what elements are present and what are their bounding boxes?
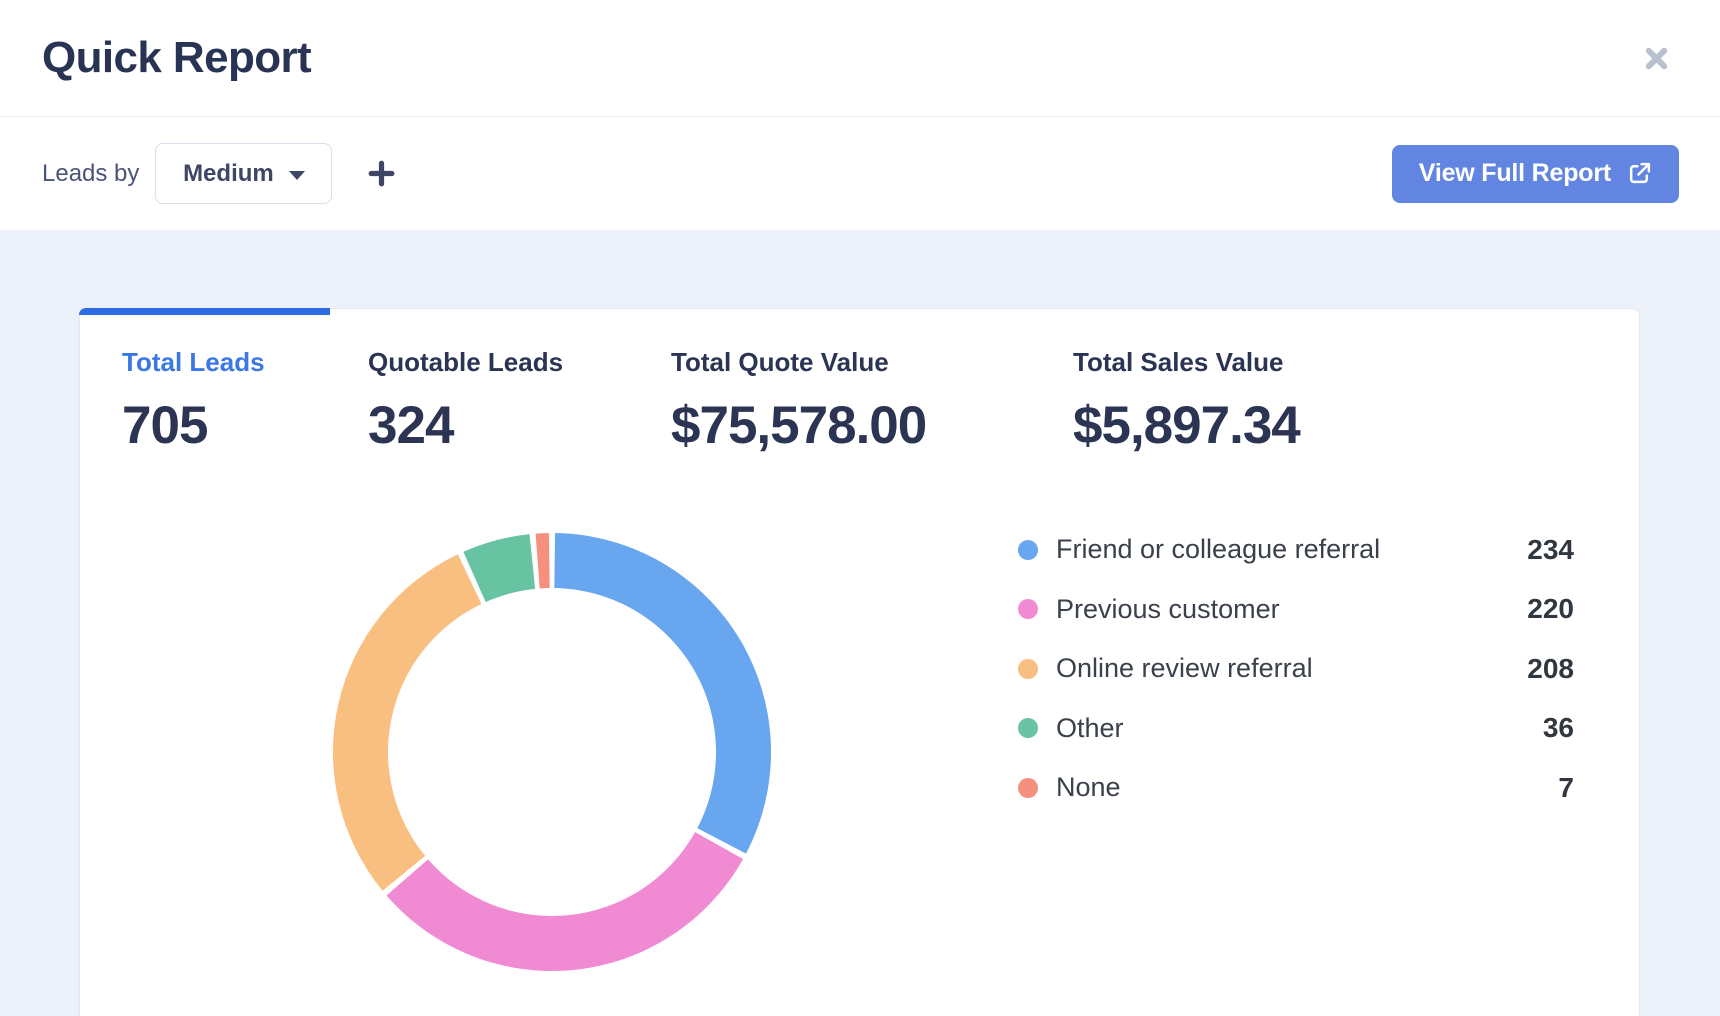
legend-item-other[interactable]: Other 36: [1018, 699, 1574, 759]
legend-item-previous-customer[interactable]: Previous customer 220: [1018, 580, 1574, 640]
tab-total-quote-value[interactable]: Total Quote Value $75,578.00: [633, 346, 1035, 452]
tab-label: Total Leads: [122, 346, 330, 379]
close-icon: [1641, 43, 1672, 74]
close-button[interactable]: [1636, 38, 1676, 78]
add-metric-button[interactable]: [359, 152, 403, 196]
legend-item-none[interactable]: None 7: [1018, 758, 1574, 818]
tab-total-sales-value[interactable]: Total Sales Value $5,897.34: [1035, 346, 1300, 452]
tab-value: 324: [368, 399, 633, 452]
modal-header: Quick Report: [0, 0, 1720, 117]
legend-label: None: [1056, 772, 1121, 803]
legend-value: 208: [1527, 653, 1574, 685]
report-content: Total Leads705Quotable Leads324Total Quo…: [0, 230, 1720, 1016]
page-title: Quick Report: [42, 33, 311, 83]
legend-value: 220: [1527, 593, 1574, 625]
quick-report-modal: Quick Report Leads by Medium View Full R…: [0, 0, 1720, 1016]
legend-label: Previous customer: [1056, 594, 1280, 625]
legend-item-friend-or-colleague-referral[interactable]: Friend or colleague referral 234: [1018, 520, 1574, 580]
tab-quotable-leads[interactable]: Quotable Leads 324: [330, 346, 633, 452]
legend-dot-icon: [1018, 718, 1038, 738]
toolbar: Leads by Medium View Full Report: [0, 117, 1720, 230]
donut-segment-previous-customer[interactable]: [387, 832, 744, 971]
tab-value: $5,897.34: [1073, 399, 1300, 452]
chart-legend: Friend or colleague referral 234 Previous …: [1018, 520, 1574, 818]
legend-dot-icon: [1018, 778, 1038, 798]
tab-value: 705: [122, 399, 330, 452]
donut-segment-friend-or-colleague-referral[interactable]: [554, 533, 771, 854]
medium-dropdown[interactable]: Medium: [155, 143, 332, 204]
active-tab-indicator: [79, 308, 330, 315]
legend-dot-icon: [1018, 599, 1038, 619]
legend-dot-icon: [1018, 659, 1038, 679]
donut-chart: [332, 532, 772, 972]
tab-label: Total Sales Value: [1073, 346, 1300, 379]
view-full-report-label: View Full Report: [1419, 159, 1611, 188]
report-card: Total Leads705Quotable Leads324Total Quo…: [79, 308, 1640, 1016]
tab-label: Total Quote Value: [671, 346, 1035, 379]
legend-item-online-review-referral[interactable]: Online review referral 208: [1018, 639, 1574, 699]
plus-icon: [365, 157, 398, 190]
legend-value: 36: [1543, 712, 1574, 744]
external-link-icon: [1627, 161, 1652, 186]
donut-segment-online-review-referral[interactable]: [333, 554, 481, 891]
tab-total-leads[interactable]: Total Leads 705: [80, 346, 330, 452]
legend-dot-icon: [1018, 540, 1038, 560]
legend-label: Online review referral: [1056, 653, 1313, 684]
legend-value: 234: [1527, 534, 1574, 566]
legend-value: 7: [1558, 772, 1574, 804]
donut-segment-none[interactable]: [536, 533, 550, 588]
dropdown-value: Medium: [183, 160, 274, 188]
stats-tabs: Total Leads705Quotable Leads324Total Quo…: [80, 309, 1639, 452]
view-full-report-button[interactable]: View Full Report: [1392, 145, 1679, 203]
tab-label: Quotable Leads: [368, 346, 633, 379]
legend-label: Other: [1056, 713, 1124, 744]
tab-value: $75,578.00: [671, 399, 1035, 452]
leads-by-label: Leads by: [42, 160, 139, 188]
legend-label: Friend or colleague referral: [1056, 534, 1380, 565]
chevron-down-icon: [289, 171, 305, 180]
